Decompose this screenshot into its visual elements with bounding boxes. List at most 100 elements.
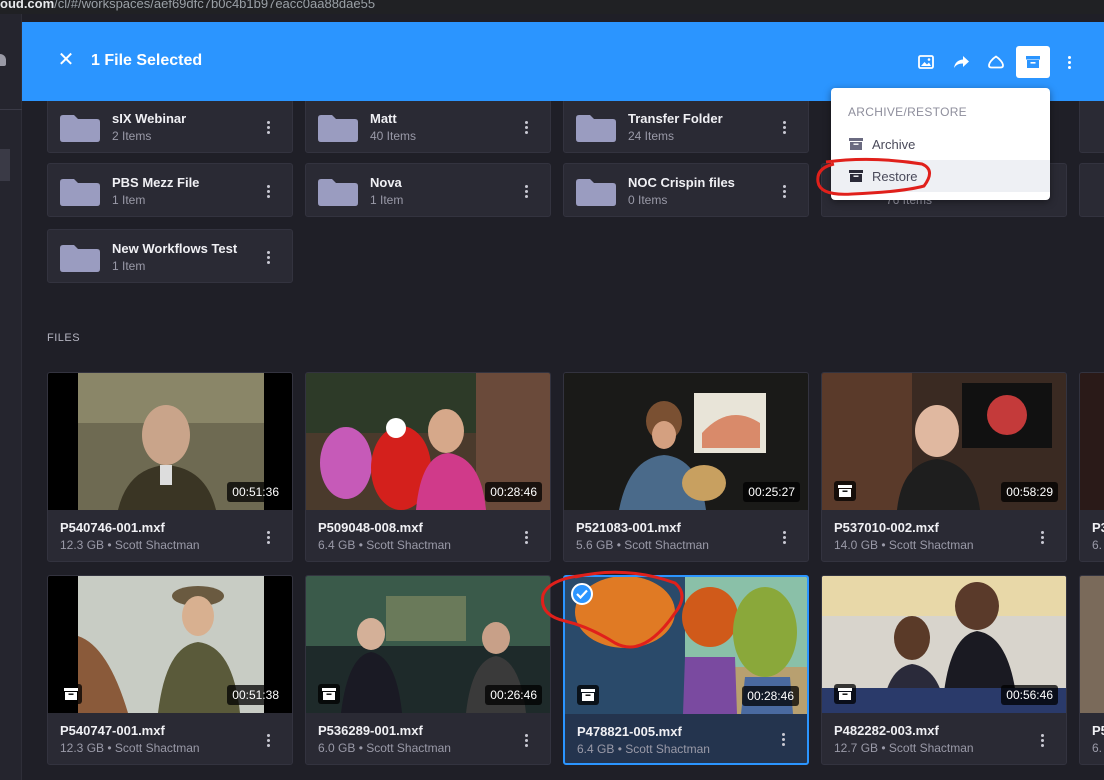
folder-more-button[interactable] (260, 117, 276, 137)
share-arrow-icon (953, 56, 969, 68)
file-more-button[interactable] (518, 730, 534, 750)
file-more-button[interactable] (776, 527, 792, 547)
bell-icon[interactable] (0, 54, 6, 66)
folder-name: sIX Webinar (112, 111, 187, 126)
file-card-selected[interactable]: 00:28:46 P478821-005.mxf 6.4 GB • Scott … (563, 575, 809, 765)
file-meta: 14.0 GB • Scott Shactman (834, 538, 974, 552)
folder-icon (60, 245, 100, 272)
selected-check-icon[interactable] (571, 583, 593, 605)
duration-badge: 00:51:36 (227, 482, 284, 502)
duration-badge: 00:58:29 (1001, 482, 1058, 502)
file-card-partial[interactable]: P3 6. (1079, 372, 1104, 562)
folder-card[interactable]: Transfer Folder 24 Items (563, 101, 809, 153)
close-selection-button[interactable]: ✕ (56, 50, 76, 70)
more-options-button[interactable] (1061, 52, 1077, 72)
file-meta: 6.4 GB • Scott Shactman (318, 538, 451, 552)
folder-card-partial[interactable] (1079, 101, 1104, 153)
video-thumbnail (1080, 576, 1104, 713)
menu-item-archive[interactable]: Archive (831, 128, 1050, 160)
folder-item-count: 40 Items (370, 129, 417, 143)
file-name: P540746-001.mxf (60, 520, 165, 535)
duration-badge: 00:26:46 (485, 685, 542, 705)
url-path: /cl/#/workspaces/aef69dfc7b0c4b1b97eacc0… (54, 0, 376, 11)
file-card[interactable]: 00:51:38 P540747-001.mxf 12.3 GB • Scott… (47, 575, 293, 765)
folder-card[interactable]: Nova 1 Item (305, 163, 551, 217)
folder-icon (60, 179, 100, 206)
drop-shape-icon (988, 55, 1004, 69)
folder-item-count: 24 Items (628, 129, 675, 143)
browser-url-bar[interactable]: oud.com/cl/#/workspaces/aef69dfc7b0c4b1b… (0, 0, 1104, 14)
folder-item-count: 2 Items (112, 129, 152, 143)
folder-card[interactable]: NOC Crispin files 0 Items (563, 163, 809, 217)
folder-card[interactable]: Matt 40 Items (305, 101, 551, 153)
menu-item-label: Archive (872, 136, 916, 152)
menu-heading: ARCHIVE/RESTORE (848, 105, 967, 119)
rail-selected-item[interactable] (0, 149, 10, 181)
file-card[interactable]: 00:25:27 P521083-001.mxf 5.6 GB • Scott … (563, 372, 809, 562)
folder-icon (576, 115, 616, 142)
tag-button[interactable] (979, 46, 1013, 78)
folder-item-count: 1 Item (370, 193, 404, 207)
duration-badge: 00:28:46 (485, 482, 542, 502)
file-name: P3 (1092, 520, 1104, 535)
file-meta: 5.6 GB • Scott Shactman (576, 538, 709, 552)
file-card[interactable]: 00:58:29 P537010-002.mxf 14.0 GB • Scott… (821, 372, 1067, 562)
folder-card[interactable]: New Workflows Test 1 Item (47, 229, 293, 283)
folder-card-partial[interactable] (1079, 163, 1104, 217)
archive-box-icon (581, 689, 595, 701)
folder-more-button[interactable] (776, 181, 792, 201)
file-more-button[interactable] (1034, 527, 1050, 547)
video-thumbnail (1080, 373, 1104, 510)
folder-more-button[interactable] (518, 117, 534, 137)
video-thumbnail: 00:28:46 (306, 373, 550, 510)
archived-badge (577, 685, 599, 705)
folder-card[interactable]: PBS Mezz File 1 Item (47, 163, 293, 217)
duration-badge: 00:51:38 (227, 685, 284, 705)
folder-more-button[interactable] (776, 117, 792, 137)
file-card[interactable]: 00:28:46 P509048-008.mxf 6.4 GB • Scott … (305, 372, 551, 562)
file-more-button[interactable] (260, 527, 276, 547)
archived-badge (834, 481, 856, 501)
folder-more-button[interactable] (260, 247, 276, 267)
archive-box-icon (849, 138, 863, 150)
archived-badge (60, 684, 82, 704)
file-name: P521083-001.mxf (576, 520, 681, 535)
menu-item-restore[interactable]: Restore (831, 160, 1050, 192)
file-name: P509048-008.mxf (318, 520, 423, 535)
video-thumbnail: 00:58:29 (822, 373, 1066, 510)
file-meta: 12.7 GB • Scott Shactman (834, 741, 974, 755)
file-more-button[interactable] (518, 527, 534, 547)
file-more-button[interactable] (260, 730, 276, 750)
file-more-button[interactable] (1034, 730, 1050, 750)
restore-box-icon (849, 170, 863, 182)
archive-restore-menu: ARCHIVE/RESTORE Archive Restore (831, 88, 1050, 200)
file-card[interactable]: 00:51:36 P540746-001.mxf 12.3 GB • Scott… (47, 372, 293, 562)
archive-restore-button[interactable] (1016, 46, 1050, 78)
duration-badge: 00:28:46 (742, 686, 799, 706)
file-more-button[interactable] (775, 729, 791, 749)
image-icon (918, 55, 934, 69)
file-name: P536289-001.mxf (318, 723, 423, 738)
folder-name: PBS Mezz File (112, 175, 200, 190)
file-name: P482282-003.mxf (834, 723, 939, 738)
folder-name: Nova (370, 175, 402, 190)
menu-item-label: Restore (872, 168, 918, 184)
left-rail (0, 14, 22, 780)
folder-more-button[interactable] (260, 181, 276, 201)
file-meta: 6. (1092, 741, 1103, 755)
folder-card[interactable]: sIX Webinar 2 Items (47, 101, 293, 153)
video-thumbnail: 00:26:46 (306, 576, 550, 713)
folder-item-count: 1 Item (112, 193, 146, 207)
file-meta: 12.3 GB • Scott Shactman (60, 538, 200, 552)
archive-box-icon (1026, 56, 1040, 68)
share-button[interactable] (944, 46, 978, 78)
file-name: P540747-001.mxf (60, 723, 165, 738)
file-card[interactable]: 00:26:46 P536289-001.mxf 6.0 GB • Scott … (305, 575, 551, 765)
file-card[interactable]: 00:56:46 P482282-003.mxf 12.7 GB • Scott… (821, 575, 1067, 765)
folder-icon (60, 115, 100, 142)
selection-title: 1 File Selected (91, 52, 203, 69)
thumbnail-button[interactable] (909, 46, 943, 78)
archive-box-icon (838, 688, 852, 700)
folder-more-button[interactable] (518, 181, 534, 201)
file-card-partial[interactable]: P5 6. (1079, 575, 1104, 765)
